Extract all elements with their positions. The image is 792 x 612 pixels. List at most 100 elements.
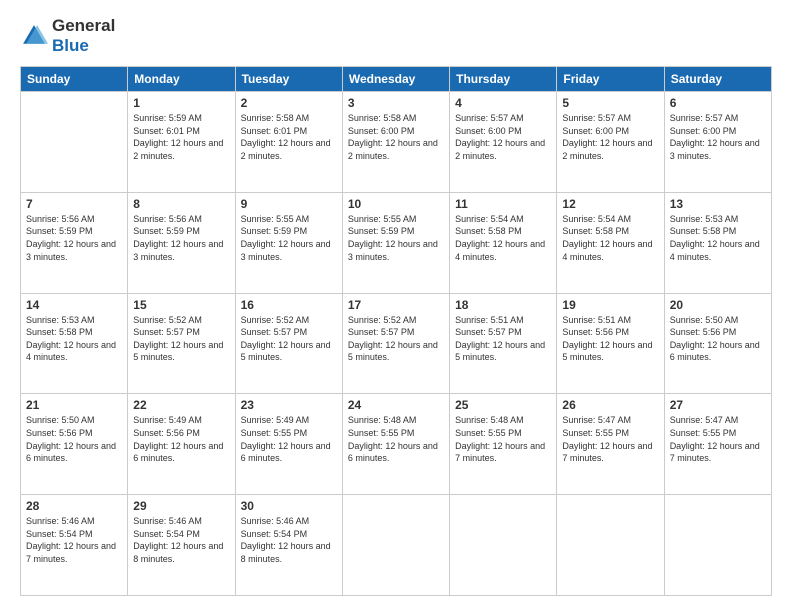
col-header-thursday: Thursday [450, 67, 557, 92]
col-header-saturday: Saturday [664, 67, 771, 92]
calendar-cell: 1Sunrise: 5:59 AMSunset: 6:01 PMDaylight… [128, 92, 235, 193]
calendar-cell: 15 Sunrise: 5:52 AMSunset: 5:57 PMDayligh… [128, 293, 235, 394]
calendar-cell: 27 Sunrise: 5:47 AMSunset: 5:55 PMDayligh… [664, 394, 771, 495]
day-number: 12 [562, 197, 658, 211]
col-header-monday: Monday [128, 67, 235, 92]
logo-icon [20, 22, 48, 50]
day-number: 23 [241, 398, 337, 412]
week-row-3: 14 Sunrise: 5:53 AMSunset: 5:58 PMDayligh… [21, 293, 772, 394]
calendar-cell: 28 Sunrise: 5:46 AMSunset: 5:54 PMDayligh… [21, 495, 128, 596]
week-row-4: 21Sunrise: 5:50 AMSunset: 5:56 PMDayligh… [21, 394, 772, 495]
day-number: 21 [26, 398, 122, 412]
day-number: 27 [670, 398, 766, 412]
day-number: 24 [348, 398, 444, 412]
day-number: 30 [241, 499, 337, 513]
day-number: 15 [133, 298, 229, 312]
day-number: 22 [133, 398, 229, 412]
calendar-cell: 21Sunrise: 5:50 AMSunset: 5:56 PMDayligh… [21, 394, 128, 495]
calendar-cell: 3 Sunrise: 5:58 AMSunset: 6:00 PMDaylight… [342, 92, 449, 193]
day-info: Sunrise: 5:51 AMSunset: 5:57 PMDaylight:… [455, 314, 551, 364]
calendar-cell: 14 Sunrise: 5:53 AMSunset: 5:58 PMDayligh… [21, 293, 128, 394]
calendar-cell: 25 Sunrise: 5:48 AMSunset: 5:55 PMDayligh… [450, 394, 557, 495]
day-number: 10 [348, 197, 444, 211]
col-header-tuesday: Tuesday [235, 67, 342, 92]
day-info: Sunrise: 5:58 AMSunset: 6:00 PMDaylight:… [348, 112, 444, 162]
calendar-cell: 30Sunrise: 5:46 AMSunset: 5:54 PMDayligh… [235, 495, 342, 596]
day-info: Sunrise: 5:56 AMSunset: 5:59 PMDaylight:… [26, 213, 122, 263]
day-info: Sunrise: 5:47 AMSunset: 5:55 PMDaylight:… [670, 414, 766, 464]
calendar-cell: 4Sunrise: 5:57 AMSunset: 6:00 PMDaylight… [450, 92, 557, 193]
calendar-cell [21, 92, 128, 193]
col-header-friday: Friday [557, 67, 664, 92]
day-info: Sunrise: 5:47 AMSunset: 5:55 PMDaylight:… [562, 414, 658, 464]
day-info: Sunrise: 5:53 AMSunset: 5:58 PMDaylight:… [26, 314, 122, 364]
calendar-cell: 19 Sunrise: 5:51 AMSunset: 5:56 PMDayligh… [557, 293, 664, 394]
calendar-cell: 13Sunrise: 5:53 AMSunset: 5:58 PMDayligh… [664, 192, 771, 293]
col-header-wednesday: Wednesday [342, 67, 449, 92]
day-info: Sunrise: 5:54 AMSunset: 5:58 PMDaylight:… [455, 213, 551, 263]
calendar-cell: 24 Sunrise: 5:48 AMSunset: 5:55 PMDayligh… [342, 394, 449, 495]
page: General Blue SundayMondayTuesdayWednesda… [0, 0, 792, 612]
day-number: 7 [26, 197, 122, 211]
day-info: Sunrise: 5:52 AMSunset: 5:57 PMDaylight:… [133, 314, 229, 364]
day-info: Sunrise: 5:46 AMSunset: 5:54 PMDaylight:… [26, 515, 122, 565]
calendar-cell: 9 Sunrise: 5:55 AMSunset: 5:59 PMDaylight… [235, 192, 342, 293]
week-row-2: 7 Sunrise: 5:56 AMSunset: 5:59 PMDaylight… [21, 192, 772, 293]
calendar-cell [664, 495, 771, 596]
day-number: 29 [133, 499, 229, 513]
calendar-cell: 17 Sunrise: 5:52 AMSunset: 5:57 PMDayligh… [342, 293, 449, 394]
day-number: 26 [562, 398, 658, 412]
calendar-cell: 20Sunrise: 5:50 AMSunset: 5:56 PMDayligh… [664, 293, 771, 394]
calendar-header-row: SundayMondayTuesdayWednesdayThursdayFrid… [21, 67, 772, 92]
week-row-1: 1Sunrise: 5:59 AMSunset: 6:01 PMDaylight… [21, 92, 772, 193]
day-info: Sunrise: 5:54 AMSunset: 5:58 PMDaylight:… [562, 213, 658, 263]
day-number: 25 [455, 398, 551, 412]
calendar-table: SundayMondayTuesdayWednesdayThursdayFrid… [20, 66, 772, 596]
day-info: Sunrise: 5:55 AMSunset: 5:59 PMDaylight:… [241, 213, 337, 263]
day-number: 14 [26, 298, 122, 312]
day-number: 3 [348, 96, 444, 110]
day-info: Sunrise: 5:52 AMSunset: 5:57 PMDaylight:… [348, 314, 444, 364]
day-number: 16 [241, 298, 337, 312]
day-number: 28 [26, 499, 122, 513]
logo: General Blue [20, 16, 115, 56]
day-info: Sunrise: 5:49 AMSunset: 5:56 PMDaylight:… [133, 414, 229, 464]
day-number: 13 [670, 197, 766, 211]
calendar-cell: 16 Sunrise: 5:52 AMSunset: 5:57 PMDayligh… [235, 293, 342, 394]
calendar-cell [557, 495, 664, 596]
logo-text: General Blue [52, 16, 115, 56]
day-info: Sunrise: 5:56 AMSunset: 5:59 PMDaylight:… [133, 213, 229, 263]
day-number: 17 [348, 298, 444, 312]
day-number: 11 [455, 197, 551, 211]
day-info: Sunrise: 5:48 AMSunset: 5:55 PMDaylight:… [455, 414, 551, 464]
day-info: Sunrise: 5:50 AMSunset: 5:56 PMDaylight:… [670, 314, 766, 364]
day-number: 6 [670, 96, 766, 110]
calendar-cell: 7 Sunrise: 5:56 AMSunset: 5:59 PMDaylight… [21, 192, 128, 293]
day-number: 5 [562, 96, 658, 110]
calendar-cell: 8 Sunrise: 5:56 AMSunset: 5:59 PMDaylight… [128, 192, 235, 293]
day-info: Sunrise: 5:46 AMSunset: 5:54 PMDaylight:… [133, 515, 229, 565]
calendar-cell [342, 495, 449, 596]
calendar-cell: 12 Sunrise: 5:54 AMSunset: 5:58 PMDayligh… [557, 192, 664, 293]
day-info: Sunrise: 5:55 AMSunset: 5:59 PMDaylight:… [348, 213, 444, 263]
day-number: 18 [455, 298, 551, 312]
day-number: 9 [241, 197, 337, 211]
day-number: 1 [133, 96, 229, 110]
day-number: 19 [562, 298, 658, 312]
calendar-cell: 11 Sunrise: 5:54 AMSunset: 5:58 PMDayligh… [450, 192, 557, 293]
calendar-cell: 29 Sunrise: 5:46 AMSunset: 5:54 PMDayligh… [128, 495, 235, 596]
day-info: Sunrise: 5:57 AMSunset: 6:00 PMDaylight:… [562, 112, 658, 162]
col-header-sunday: Sunday [21, 67, 128, 92]
day-info: Sunrise: 5:51 AMSunset: 5:56 PMDaylight:… [562, 314, 658, 364]
day-info: Sunrise: 5:48 AMSunset: 5:55 PMDaylight:… [348, 414, 444, 464]
day-info: Sunrise: 5:52 AMSunset: 5:57 PMDaylight:… [241, 314, 337, 364]
header: General Blue [20, 16, 772, 56]
calendar-cell: 2 Sunrise: 5:58 AMSunset: 6:01 PMDaylight… [235, 92, 342, 193]
day-number: 8 [133, 197, 229, 211]
day-number: 2 [241, 96, 337, 110]
day-info: Sunrise: 5:57 AMSunset: 6:00 PMDaylight:… [670, 112, 766, 162]
calendar-cell: 10 Sunrise: 5:55 AMSunset: 5:59 PMDayligh… [342, 192, 449, 293]
calendar-cell: 6 Sunrise: 5:57 AMSunset: 6:00 PMDaylight… [664, 92, 771, 193]
day-info: Sunrise: 5:58 AMSunset: 6:01 PMDaylight:… [241, 112, 337, 162]
calendar-cell: 23Sunrise: 5:49 AMSunset: 5:55 PMDayligh… [235, 394, 342, 495]
